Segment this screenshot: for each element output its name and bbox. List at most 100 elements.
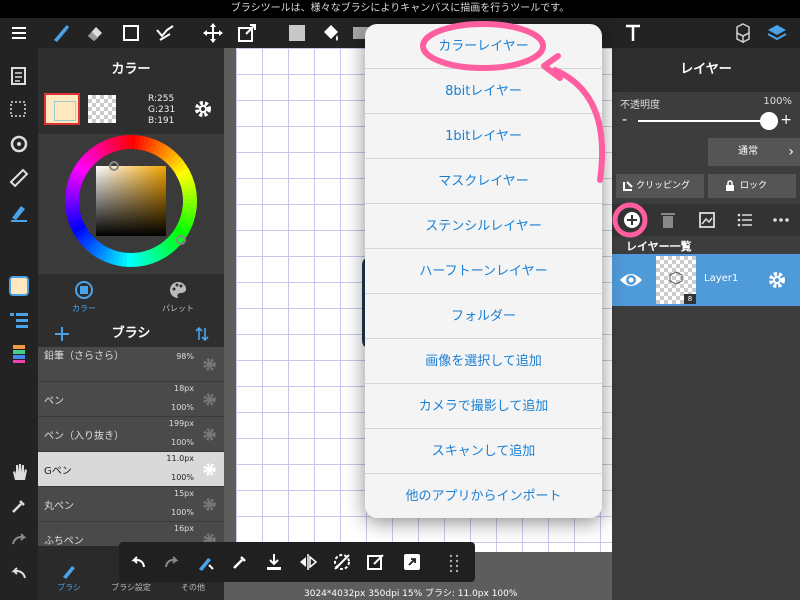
menu-item[interactable]: スキャンして追加 [365,429,602,474]
brush-item[interactable]: 丸ペン 15px 100% [38,487,224,522]
eyedropper-icon[interactable] [7,494,31,518]
tab-color-label: カラー [72,304,96,313]
flip-horizontal-icon[interactable] [297,551,319,573]
brush-eraser-toggle-icon[interactable] [195,551,217,573]
color-wheel[interactable] [60,130,202,272]
more-options-icon[interactable] [772,212,790,228]
blend-mode-button[interactable]: 通常 › [708,138,800,166]
undo-icon[interactable] [127,551,149,573]
opacity-label: 不透明度 [620,100,660,111]
layer-list-title: レイヤー一覧 [626,240,692,253]
select-rect-icon[interactable] [120,22,142,44]
clipping-icon [623,181,633,191]
brush-name: ふちペン [44,536,84,547]
background-swatch[interactable] [88,95,116,123]
transform-icon[interactable] [236,22,258,44]
menu-item[interactable]: フォルダー [365,294,602,339]
brush-settings-gear-icon[interactable] [201,356,218,373]
menu-item[interactable]: ハーフトーンレイヤー [365,249,602,294]
fill-color-icon[interactable] [286,22,308,44]
magic-wand-icon[interactable] [154,22,176,44]
brush-size: 16px [174,524,194,533]
image-layer-icon[interactable] [698,211,716,229]
redo-icon[interactable] [161,551,183,573]
layer-panel: レイヤー 不透明度 100% - + 通常 › クリッピング ロック レイヤー一… [612,48,800,600]
menu-item[interactable]: 8bitレイヤー [365,69,602,114]
eyedropper-icon[interactable] [229,551,251,573]
materials-icon[interactable] [732,22,754,44]
value-square [96,166,166,236]
layer-row[interactable]: 8 Layer1 [612,254,800,306]
brush-name: 丸ペン [44,501,74,512]
layer-list-icon[interactable] [7,308,31,332]
menu-item[interactable]: カメラで撮影して追加 [365,384,602,429]
bucket-icon[interactable] [320,22,342,44]
brush-item[interactable]: 鉛筆（さらさら） 98% [38,347,224,382]
opacity-increase-button[interactable]: + [780,112,792,128]
menu-item[interactable]: カラーレイヤー [365,24,602,69]
tab-palette[interactable]: パレット [132,278,224,316]
color-panel-icon[interactable] [7,274,31,298]
menu-icon[interactable] [8,22,30,44]
menu-item[interactable]: 1bitレイヤー [365,114,602,159]
menu-item[interactable]: ステンシルレイヤー [365,204,602,249]
text-icon[interactable] [622,22,644,44]
tab-other-label: その他 [181,583,205,592]
clipping-button[interactable]: クリッピング [616,174,704,198]
selection-icon[interactable] [7,98,31,122]
swatch-row: R:255 G:231 B:191 [38,92,224,134]
brush-item[interactable]: ペン 18px 100% [38,382,224,417]
color-tab-icon [75,281,93,299]
brush-item[interactable]: Gペン 11.0px 100% [38,452,224,487]
undo-icon[interactable] [7,562,31,586]
menu-item[interactable]: 他のアプリからインポート [365,474,602,518]
layer-list-menu-icon[interactable] [736,211,754,229]
brush-icon[interactable] [50,22,72,44]
lock-button[interactable]: ロック [708,174,796,198]
trash-icon[interactable] [660,211,676,229]
layer-bitdepth-badge: 8 [684,294,696,304]
brush-item[interactable]: ペン（入り抜き） 199px 100% [38,417,224,452]
eraser-icon[interactable] [84,22,106,44]
download-icon[interactable] [263,551,285,573]
brush-settings-gear-icon[interactable] [201,496,218,513]
redo-icon[interactable] [7,528,31,552]
tab-brush[interactable]: ブラシ [38,562,100,593]
ruler-icon[interactable] [7,166,31,190]
brush-settings-gear-icon[interactable] [201,461,218,478]
brush-settings-gear-icon[interactable] [201,426,218,443]
add-layer-icon[interactable] [622,210,642,230]
brush-settings-gear-icon[interactable] [201,391,218,408]
opacity-slider-knob[interactable] [760,112,778,130]
page-manager-icon[interactable] [7,64,31,88]
brush-size: 18px [174,384,194,393]
foreground-swatch[interactable] [44,93,80,125]
menu-item[interactable]: 画像を選択して追加 [365,339,602,384]
move-icon[interactable] [202,22,224,44]
layer-settings-gear-icon[interactable] [766,269,788,291]
brush-opacity: 100% [171,508,194,517]
rotate-icon[interactable] [7,132,31,156]
visibility-eye-icon[interactable] [618,268,644,292]
layers-icon[interactable] [766,22,788,44]
share-icon[interactable] [401,551,423,573]
add-layer-popup-menu: カラーレイヤー 8bitレイヤー 1bitレイヤー マスクレイヤー ステンシルレイヤーハ… [365,24,602,518]
edit-canvas-icon[interactable] [365,551,387,573]
menu-item[interactable]: マスクレイヤー [365,159,602,204]
rgb-readout: R:255 G:231 B:191 [148,94,175,127]
color-panel-title: カラー [38,48,224,92]
tab-color[interactable]: カラー [38,278,130,316]
sort-brushes-icon[interactable] [194,326,210,342]
drag-handle-icon[interactable] [443,551,465,573]
pen-setting-icon[interactable] [7,200,31,224]
palette-bars-icon[interactable] [7,342,31,366]
opacity-decrease-button[interactable]: - [622,112,627,128]
layer-thumbnail: 8 [656,256,696,304]
opacity-slider-track[interactable] [638,120,768,122]
palette-icon [170,282,186,298]
rotate-reset-icon[interactable] [331,551,353,573]
color-settings-gear-icon[interactable] [192,98,214,120]
brush-opacity: 100% [171,403,194,412]
rgb-g: G:231 [148,105,176,115]
hand-icon[interactable] [7,460,31,484]
